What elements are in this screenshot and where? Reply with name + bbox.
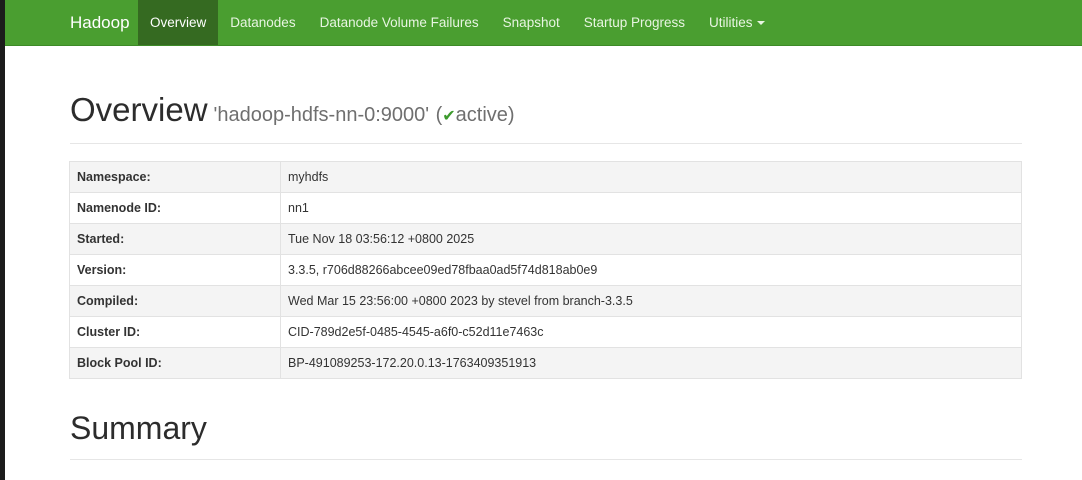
nav-datanode-volume-failures[interactable]: Datanode Volume Failures: [308, 0, 491, 45]
row-value: Wed Mar 15 23:56:00 +0800 2023 by stevel…: [280, 285, 1022, 317]
table-row: Version: 3.3.5, r706d88266abcee09ed78fbaa…: [69, 254, 1022, 286]
row-value: nn1: [280, 192, 1022, 224]
nav-overview[interactable]: Overview: [138, 0, 219, 45]
nav-datanodes[interactable]: Datanodes: [218, 0, 307, 45]
nav-menu: Overview Datanodes Datanode Volume Failu…: [138, 0, 777, 45]
table-row: Cluster ID: CID-789d2e5f-0485-4545-a6f0-c…: [69, 316, 1022, 348]
top-navbar: Hadoop Overview Datanodes Datanode Volum…: [5, 0, 1082, 46]
table-row: Namespace: myhdfs: [69, 161, 1022, 193]
caret-down-icon: [756, 21, 765, 26]
nav-snapshot[interactable]: Snapshot: [491, 0, 572, 45]
row-value: BP-491089253-172.20.0.13-1763409351913: [280, 347, 1022, 379]
status-label: active: [455, 104, 508, 126]
row-key: Namespace:: [69, 161, 281, 193]
nav-startup-progress[interactable]: Startup Progress: [572, 0, 697, 45]
row-key: Cluster ID:: [69, 316, 281, 348]
table-row: Namenode ID: nn1: [69, 192, 1022, 224]
row-value: 3.3.5, r706d88266abcee09ed78fbaa0ad5f74d…: [280, 254, 1022, 286]
namenode-status: (✔active): [436, 104, 515, 126]
table-row: Started: Tue Nov 18 03:56:12 +0800 2025: [69, 223, 1022, 255]
title-divider: [70, 143, 1022, 144]
nav-utilities-dropdown[interactable]: Utilities: [697, 0, 777, 45]
summary-divider: [70, 459, 1022, 460]
row-key: Started:: [69, 223, 281, 255]
row-key: Namenode ID:: [69, 192, 281, 224]
brand-logo[interactable]: Hadoop: [70, 0, 130, 45]
status-paren-close: ): [507, 104, 515, 126]
row-key: Compiled:: [69, 285, 281, 317]
summary-heading: Summary: [70, 410, 207, 446]
row-value: myhdfs: [280, 161, 1022, 193]
nav-utilities-label: Utilities: [709, 15, 753, 30]
namenode-host: 'hadoop-hdfs-nn-0:9000': [213, 104, 430, 126]
overview-title: Overview'hadoop-hdfs-nn-0:9000' (✔active…: [70, 91, 515, 129]
row-value: Tue Nov 18 03:56:12 +0800 2025: [280, 223, 1022, 255]
page: Hadoop Overview Datanodes Datanode Volum…: [5, 0, 1082, 480]
checkmark-icon: ✔: [442, 108, 456, 125]
page-title: Overview: [70, 91, 208, 128]
row-key: Block Pool ID:: [69, 347, 281, 379]
row-value: CID-789d2e5f-0485-4545-a6f0-c52d11e7463c: [280, 316, 1022, 348]
table-row: Compiled: Wed Mar 15 23:56:00 +0800 2023 …: [69, 285, 1022, 317]
table-row: Block Pool ID: BP-491089253-172.20.0.13-1…: [69, 347, 1022, 379]
overview-table: Namespace: myhdfs Namenode ID: nn1 Started: T…: [69, 161, 1022, 379]
row-key: Version:: [69, 254, 281, 286]
